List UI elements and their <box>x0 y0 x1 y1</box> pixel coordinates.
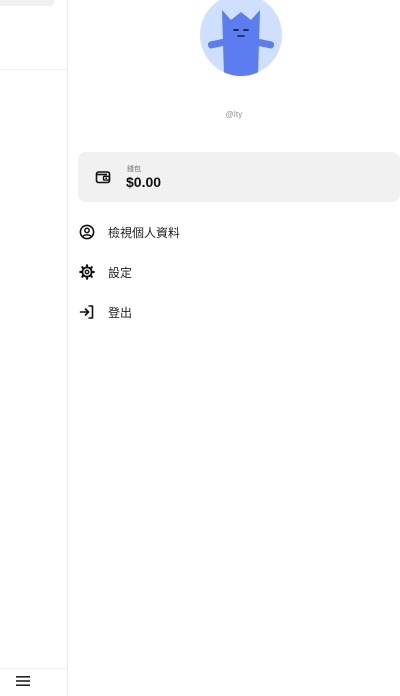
logout-menu-item[interactable]: 登出 <box>78 292 398 332</box>
wallet-balance-text: 錢包 $0.00 <box>126 166 161 189</box>
view-profile-label: 檢視個人資料 <box>108 225 181 240</box>
sidebar <box>0 0 68 696</box>
avatar[interactable] <box>200 0 282 76</box>
wallet-balance-card[interactable]: 錢包 $0.00 <box>78 152 400 202</box>
sidebar-top-item[interactable] <box>0 0 54 6</box>
settings-menu-item[interactable]: 設定 <box>78 252 398 292</box>
sidebar-divider <box>0 69 68 70</box>
wallet-icon <box>94 168 112 186</box>
app-root: @lty 錢包 $0.00 檢視個人資料 設定 登出 <box>0 0 400 696</box>
logout-label: 登出 <box>108 305 133 320</box>
sidebar-bottom-divider <box>0 668 68 669</box>
profile-panel: @lty 錢包 $0.00 檢視個人資料 設定 登出 <box>68 0 400 696</box>
wallet-balance-value: $0.00 <box>126 173 162 190</box>
profile-menu: 檢視個人資料 設定 登出 <box>78 212 398 332</box>
hamburger-menu-button[interactable] <box>10 673 36 693</box>
gear-icon <box>78 263 96 281</box>
cat-avatar-icon <box>207 10 275 76</box>
settings-label: 設定 <box>108 265 133 280</box>
wallet-label: 錢包 <box>127 165 141 173</box>
hamburger-icon <box>16 674 30 692</box>
logout-icon <box>78 303 96 321</box>
view-profile-menu-item[interactable]: 檢視個人資料 <box>78 212 398 252</box>
user-circle-icon <box>78 223 96 241</box>
username: @lty <box>225 110 243 119</box>
